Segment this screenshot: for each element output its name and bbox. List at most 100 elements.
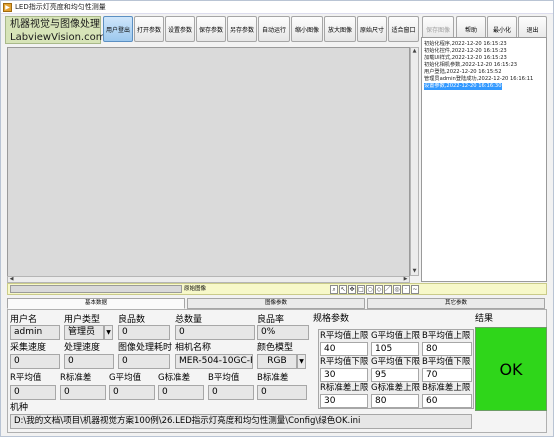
main-window: { "window": {"title": "LED指示灯亮度和均匀性测量", … — [0, 0, 554, 437]
usertype-select[interactable]: 管理员 — [64, 325, 104, 340]
basic-data-panel: 用户名 用户类型 良品数 总数量 良品率 规格参数 结果 admin 管理员 ▼… — [7, 309, 547, 433]
scroll-left-icon[interactable]: ◀ — [8, 276, 15, 283]
r-mean-lower-input[interactable]: 30 — [320, 368, 368, 382]
result-title: 结果 — [475, 314, 494, 324]
capture-speed-field: 0 — [10, 354, 60, 369]
brand-logo: 机器视觉与图像处理 LabviewVision.com — [5, 16, 105, 44]
spec-title: 规格参数 — [313, 314, 350, 324]
log-item[interactable]: 管理员admin登陆成功,2022-12-20 16:16:11 — [424, 76, 533, 83]
image-display[interactable] — [7, 47, 410, 282]
b-std-label: B标准差 — [257, 373, 289, 383]
scroll-down-icon[interactable]: ▼ — [411, 268, 418, 275]
g-mean-lower-input[interactable]: 95 — [371, 368, 419, 382]
brand-line2: LabviewVision.com — [10, 32, 106, 43]
zoom-out-button[interactable]: 缩小图像 — [291, 16, 323, 42]
g-mean-upper-label: G平均值上限 — [371, 331, 421, 341]
g-mean-label: G平均值 — [109, 373, 142, 383]
tab-image-params[interactable]: 图像参数 — [187, 298, 365, 309]
g-std-upper-label: G标准差上限 — [371, 383, 421, 393]
scroll-right-icon[interactable]: ▶ — [402, 276, 409, 283]
freehand-tool-icon[interactable]: ~ — [411, 285, 419, 294]
user-login-button[interactable]: 用户登出 — [103, 16, 133, 42]
spec-params-group: R平均值上限 G平均值上限 B平均值上限 40 105 80 R平均值下限 G平… — [318, 329, 474, 409]
chevron-down-icon[interactable]: ▼ — [297, 354, 306, 369]
brand-line1: 机器视觉与图像处理 — [10, 19, 100, 30]
b-mean-field: 0 — [208, 385, 254, 400]
point-tool-icon[interactable]: · — [402, 285, 410, 294]
log-item[interactable]: 用户登陆,2022-12-20 16:15:52 — [424, 69, 502, 76]
tab-other-params[interactable]: 其它参数 — [367, 298, 545, 309]
r-mean-lower-label: R平均值下限 — [320, 357, 369, 367]
chevron-down-icon[interactable]: ▼ — [104, 325, 113, 340]
tab-basic-data[interactable]: 基本数据 — [7, 298, 185, 309]
process-speed-label: 处理速度 — [64, 343, 101, 353]
image-horizontal-scrollbar[interactable]: ◀ ▶ — [7, 276, 410, 283]
log-item-selected[interactable]: 设置参数,2022-12-20 16:16:30 — [424, 83, 502, 90]
result-indicator: OK — [475, 327, 547, 411]
g-std-field: 0 — [158, 385, 204, 400]
capture-speed-label: 采集速度 — [10, 343, 47, 353]
b-mean-upper-input[interactable]: 80 — [422, 342, 472, 356]
r-std-label: R标准差 — [60, 373, 92, 383]
total-count-field: 0 — [175, 325, 255, 340]
b-mean-label: B平均值 — [208, 373, 240, 383]
image-path-field[interactable] — [10, 285, 182, 293]
circle-tool-icon[interactable]: ○ — [366, 285, 374, 294]
log-list[interactable]: 初始化程序,2022-12-20 16:15:23 初始化控件,2022-12-… — [421, 37, 547, 282]
polygon-tool-icon[interactable]: ◇ — [375, 285, 383, 294]
log-item[interactable]: 初始化相机参数,2022-12-20 16:15:23 — [424, 62, 517, 69]
g-mean-upper-input[interactable]: 105 — [371, 342, 419, 356]
open-params-button[interactable]: 打开参数 — [134, 16, 164, 42]
rectangle-tool-icon[interactable]: □ — [357, 285, 365, 294]
b-std-upper-input[interactable]: 60 — [422, 394, 472, 408]
annulus-tool-icon[interactable]: ◎ — [393, 285, 401, 294]
g-std-label: G标准差 — [158, 373, 191, 383]
scroll-up-icon[interactable]: ▲ — [411, 48, 418, 55]
color-model-label: 颜色模型 — [257, 343, 294, 353]
r-mean-upper-label: R平均值上限 — [320, 331, 369, 341]
auto-run-button[interactable]: 自动运行 — [258, 16, 290, 42]
yield-field: 0% — [257, 325, 309, 340]
r-std-upper-input[interactable]: 30 — [320, 394, 368, 408]
line-tool-icon[interactable]: ／ — [384, 285, 392, 294]
good-count-field: 0 — [118, 325, 170, 340]
r-mean-upper-input[interactable]: 40 — [320, 342, 368, 356]
b-mean-lower-label: B平均值下限 — [422, 357, 471, 367]
tab-bar: 基本数据 图像参数 其它参数 — [7, 298, 547, 309]
process-speed-field: 0 — [64, 354, 114, 369]
r-mean-label: R平均值 — [10, 373, 42, 383]
b-mean-upper-label: B平均值上限 — [422, 331, 471, 341]
fit-window-button[interactable]: 适合窗口 — [388, 16, 419, 42]
zoom-tool-icon[interactable]: ⌕ — [330, 285, 338, 294]
color-model-select[interactable]: RGB — [257, 354, 297, 369]
save-as-params-button[interactable]: 另存参数 — [227, 16, 257, 42]
process-time-label: 图像处理耗时 — [118, 343, 173, 353]
r-mean-field: 0 — [10, 385, 56, 400]
image-label: 原始图像 — [184, 286, 207, 292]
zoom-in-button[interactable]: 放大图像 — [324, 16, 356, 42]
original-size-button[interactable]: 原始尺寸 — [357, 16, 387, 42]
window-title: LED指示灯亮度和均匀性测量 — [15, 3, 106, 11]
log-item[interactable]: 初始化程序,2022-12-20 16:15:23 — [424, 41, 507, 48]
pointer-tool-icon[interactable]: ↖ — [339, 285, 347, 294]
app-icon: ▶ — [3, 3, 12, 12]
g-std-upper-input[interactable]: 80 — [371, 394, 419, 408]
g-mean-field: 0 — [109, 385, 155, 400]
model-path-field[interactable]: D:\我的文档\项目\机器视觉方案100例\26.LED指示灯亮度和均匀性测量\… — [10, 414, 472, 429]
b-std-field: 0 — [257, 385, 307, 400]
save-params-button[interactable]: 保存参数 — [196, 16, 226, 42]
username-field: admin — [10, 325, 60, 340]
r-std-upper-label: R标准差上限 — [320, 383, 369, 393]
image-vertical-scrollbar[interactable]: ▲ ▼ — [410, 47, 419, 276]
b-mean-lower-input[interactable]: 70 — [422, 368, 472, 382]
image-control-strip: 原始图像 ⌕ ↖ ✥ □ ○ ◇ ／ ◎ · ~ — [7, 283, 547, 295]
model-label: 机种 — [10, 403, 29, 413]
log-item[interactable]: 初始化控件,2022-12-20 16:15:23 — [424, 48, 507, 55]
r-std-field: 0 — [60, 385, 106, 400]
log-item[interactable]: 加载UI样式,2022-12-20 16:15:23 — [424, 55, 507, 62]
pan-tool-icon[interactable]: ✥ — [348, 285, 356, 294]
camera-name-label: 相机名称 — [175, 343, 212, 353]
process-time-field: 0 — [118, 354, 170, 369]
set-params-button[interactable]: 设置参数 — [165, 16, 195, 42]
camera-name-field: MER-504-10GC-P — [175, 354, 253, 369]
